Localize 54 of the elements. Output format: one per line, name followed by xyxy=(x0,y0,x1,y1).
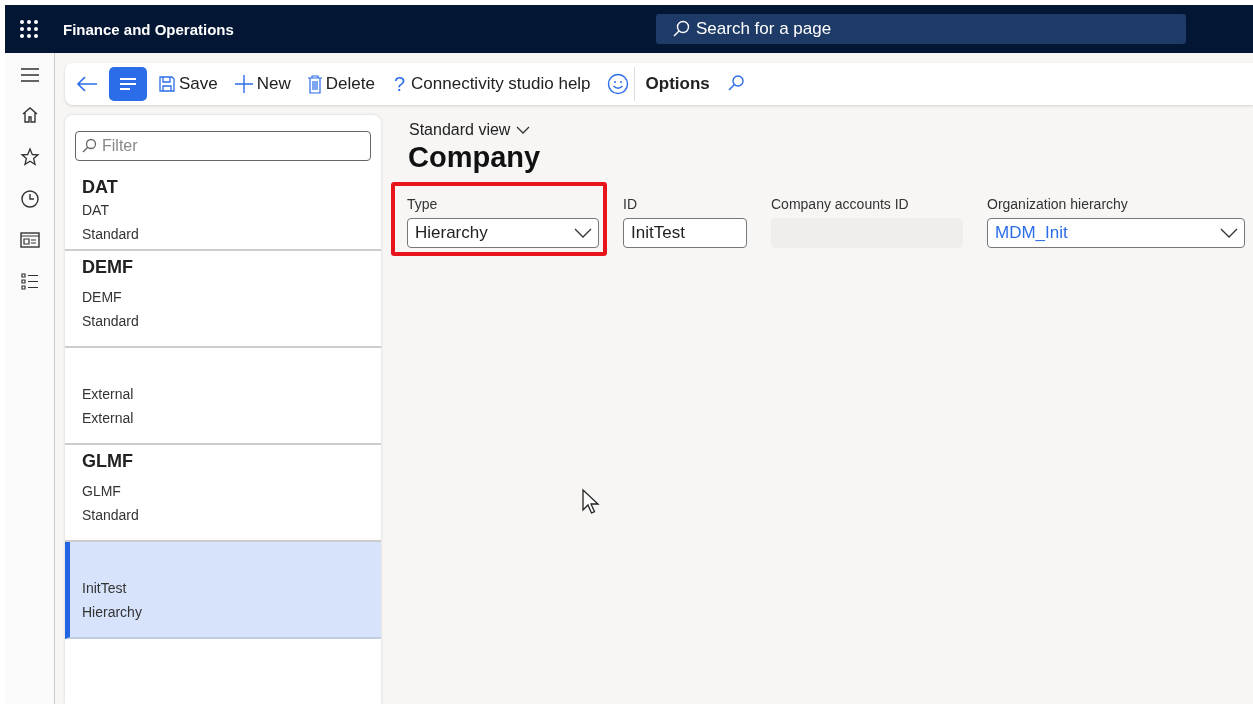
chevron-down-icon xyxy=(574,227,592,239)
item-title: GLMF xyxy=(82,451,134,473)
star-icon[interactable] xyxy=(19,147,40,167)
plus-icon xyxy=(233,74,254,94)
lines-icon xyxy=(119,77,137,91)
field-label: Organization hierarchy xyxy=(987,196,1129,212)
workspace-icon[interactable] xyxy=(19,231,40,249)
list-item[interactable]: External External xyxy=(65,348,381,445)
app-launcher-icon[interactable] xyxy=(19,19,39,39)
clock-icon[interactable] xyxy=(19,189,40,209)
list-icon[interactable] xyxy=(19,271,40,291)
list-item[interactable]: DEMF DEMF Standard xyxy=(65,251,381,348)
list-toggle-button[interactable] xyxy=(109,67,147,101)
item-line: GLMF xyxy=(82,482,122,501)
help-button[interactable]: ? Connectivity studio help xyxy=(385,67,596,101)
app-title: Finance and Operations xyxy=(63,20,235,38)
options-tab[interactable]: Options xyxy=(640,67,715,101)
text-field[interactable]: InitTest xyxy=(623,218,747,248)
search-field[interactable]: Search for a page xyxy=(656,14,1186,44)
item-line: External xyxy=(82,385,135,404)
help-label: Connectivity studio help xyxy=(411,74,591,94)
search-icon xyxy=(672,20,690,38)
item-line: Hierarchy xyxy=(82,603,143,622)
delete-button[interactable]: Delete xyxy=(301,67,380,101)
trash-icon xyxy=(306,74,323,94)
page-title: Company xyxy=(408,141,542,174)
search-icon xyxy=(81,138,97,154)
field-label: Company accounts ID xyxy=(771,196,910,212)
item-line: InitTest xyxy=(82,579,128,598)
chevron-down-icon xyxy=(1220,227,1238,239)
list-item[interactable]: DAT DAT Standard xyxy=(65,171,381,251)
list-item[interactable]: InitTest Hierarchy xyxy=(65,542,381,639)
item-title: DAT xyxy=(82,177,119,198)
item-line: Standard xyxy=(82,225,140,244)
item-title: DEMF xyxy=(82,257,134,279)
filter-field[interactable]: Filter xyxy=(75,131,371,161)
item-line: External xyxy=(82,409,135,428)
dropdown-field[interactable]: MDM_Init xyxy=(987,218,1245,248)
mouse-cursor-icon xyxy=(581,488,601,516)
item-line: DEMF xyxy=(82,288,123,307)
item-line: Standard xyxy=(82,506,140,525)
item-line: DAT xyxy=(82,201,110,220)
smiley-icon xyxy=(606,73,629,95)
dropdown-field[interactable]: Hierarchy xyxy=(407,218,599,248)
field-label: ID xyxy=(623,196,638,212)
save-button[interactable]: Save xyxy=(153,67,223,101)
menu-icon[interactable] xyxy=(19,67,40,83)
new-button[interactable]: New xyxy=(228,67,296,101)
field-label: Type xyxy=(407,196,439,212)
question-icon: ? xyxy=(390,72,409,96)
item-line: Standard xyxy=(82,312,140,331)
back-arrow-icon xyxy=(76,75,98,93)
view-selector[interactable]: Standard view xyxy=(399,119,535,141)
chevron-down-icon xyxy=(516,125,531,135)
